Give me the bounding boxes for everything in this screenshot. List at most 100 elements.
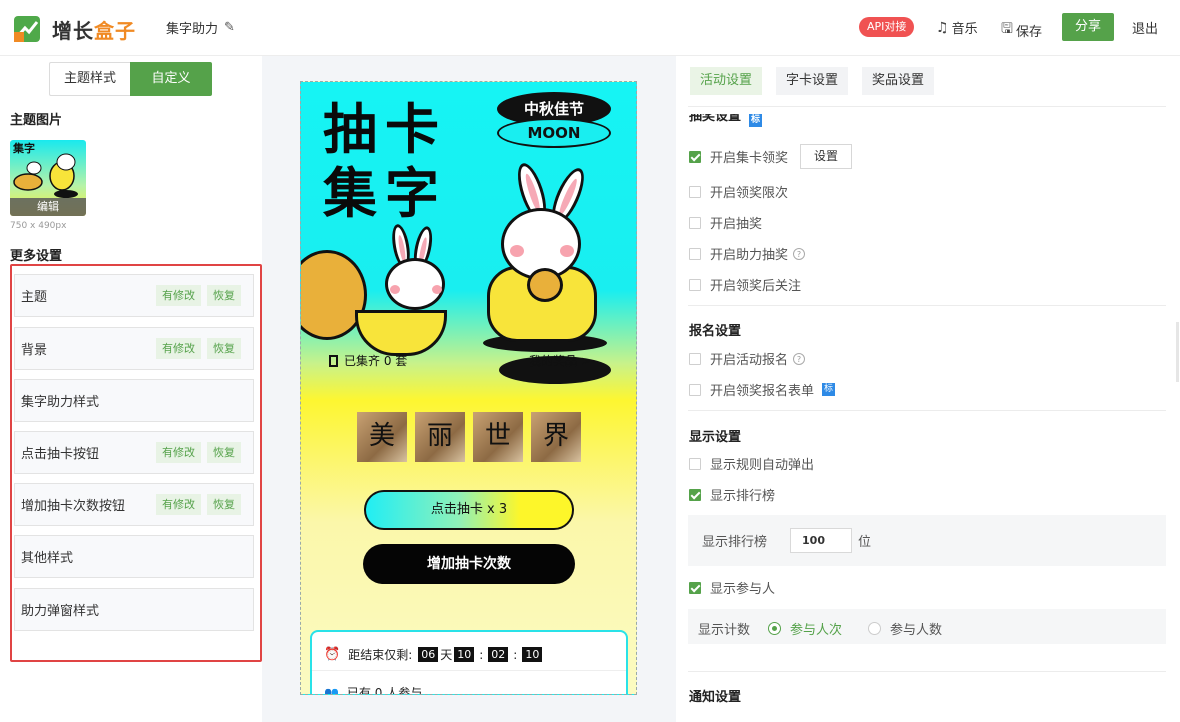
divider — [688, 671, 1166, 672]
settings-tabs: 活动设置 字卡设置 奖品设置 — [690, 67, 948, 95]
countdown-hours: 10 — [454, 647, 475, 662]
save-button[interactable]: 🖫 保存 — [1001, 18, 1042, 42]
music-button[interactable]: ♫ 音乐 — [936, 18, 978, 38]
draw-card-button[interactable]: 点击抽卡 x 3 — [364, 490, 574, 530]
poster-title-line1: 抽卡 — [323, 98, 447, 161]
follow-row: 开启领奖后关注 — [689, 275, 801, 294]
participants-display-label: 显示参与人 — [710, 582, 776, 597]
enable-card-prize-checkbox[interactable] — [689, 150, 701, 163]
edit-image-button[interactable]: 编辑 — [10, 198, 86, 216]
lottery-row: 开启抽奖 — [689, 213, 762, 232]
theme-image-title: 主题图片 — [10, 113, 63, 128]
display-section-title: 显示设置 — [689, 430, 742, 445]
day-unit: 天 — [440, 648, 453, 662]
image-dimensions: 750 x 490px — [10, 221, 67, 231]
signup-form-checkbox[interactable] — [689, 383, 701, 396]
count-times-radio[interactable] — [768, 622, 782, 635]
my-prize-link[interactable]: 我的奖品 > — [529, 352, 591, 369]
style-segmented-control: 主题样式 自定义 — [49, 62, 212, 96]
divider — [688, 410, 1166, 411]
more-item-other-styles[interactable]: 其他样式 — [14, 535, 254, 578]
tab-activity-settings[interactable]: 活动设置 — [690, 67, 763, 95]
more-item-label: 主题 — [21, 290, 48, 305]
assist-lottery-checkbox[interactable] — [689, 247, 701, 260]
scrollbar[interactable] — [1176, 322, 1179, 382]
restore-button[interactable]: 恢复 — [207, 494, 241, 515]
rules-popup-label: 显示规则自动弹出 — [710, 458, 815, 473]
restore-button[interactable]: 恢复 — [207, 338, 241, 359]
more-settings-list: 主题 有修改 恢复 背景 有修改 恢复 集字助力样式 点击抽卡按钮 有修改 恢复 增加… — [10, 264, 262, 662]
more-item-draw-button[interactable]: 点击抽卡按钮 有修改 恢复 — [14, 431, 254, 474]
save-label: 保存 — [1015, 24, 1042, 40]
modified-tag: 有修改 — [156, 442, 201, 463]
countdown-minutes: 02 — [488, 647, 509, 662]
lottery-checkbox[interactable] — [689, 216, 701, 229]
participants-row: 👥 已有 0 人参与 — [324, 684, 422, 695]
cheek-shape — [390, 285, 400, 294]
theme-image-thumbnail[interactable]: 集字 编辑 — [10, 140, 86, 216]
restore-button[interactable]: 恢复 — [207, 285, 241, 306]
poster-title-line2: 集字 — [323, 162, 447, 225]
word-card[interactable]: 丽 — [415, 412, 465, 462]
enable-card-prize-row: 开启集卡领奖 设置 — [689, 144, 853, 169]
notify-section-title: 通知设置 — [689, 690, 742, 705]
divider — [688, 305, 1166, 306]
logout-button[interactable]: 退出 — [1132, 18, 1158, 37]
word-card[interactable]: 界 — [531, 412, 581, 462]
moon-badge: MOON — [497, 118, 611, 148]
lottery-section-label: 抽奖设置 — [689, 114, 742, 124]
help-icon[interactable]: ? — [793, 247, 806, 260]
count-row: 显示计数 参与人次 参与人数 — [698, 619, 942, 638]
enable-card-prize-label: 开启集卡领奖 — [710, 151, 789, 166]
card-icon — [329, 354, 338, 367]
prize-limit-checkbox[interactable] — [689, 185, 701, 198]
follow-checkbox[interactable] — [689, 278, 701, 291]
more-item-theme[interactable]: 主题 有修改 恢复 — [14, 274, 254, 317]
tab-card-settings[interactable]: 字卡设置 — [776, 67, 849, 95]
cheek-shape — [560, 245, 574, 257]
mooncake-shape — [527, 268, 563, 302]
participants-checkbox[interactable] — [689, 581, 701, 594]
word-card[interactable]: 世 — [473, 412, 523, 462]
alarm-clock-icon: ⏰ — [324, 647, 341, 662]
modified-tag: 有修改 — [156, 338, 201, 359]
more-item-assist-style[interactable]: 集字助力样式 — [14, 379, 254, 422]
restore-button[interactable]: 恢复 — [207, 442, 241, 463]
logo-text: 增长盒子 — [52, 18, 136, 43]
more-item-add-draws-button[interactable]: 增加抽卡次数按钮 有修改 恢复 — [14, 483, 254, 526]
ranking-row: 显示排行榜 — [689, 485, 775, 504]
save-icon: 🖫 — [1001, 21, 1013, 37]
people-icon: 👥 — [324, 685, 339, 695]
logo: 增长盒子 — [12, 14, 136, 44]
rules-popup-checkbox[interactable] — [689, 457, 701, 470]
ranking-count-input[interactable]: 100 — [790, 528, 853, 553]
help-icon[interactable]: ? — [793, 352, 806, 365]
word-card[interactable]: 美 — [357, 412, 407, 462]
pencil-icon[interactable]: ✎ — [224, 20, 235, 35]
signup-checkbox[interactable] — [689, 352, 701, 365]
prize-limit-label: 开启领奖限次 — [710, 186, 789, 201]
preview-area: 抽卡 集字 中秋佳节 MOON 已集齐 0 套 我的奖品 > 美 丽 世 界 点… — [262, 56, 676, 722]
ranking-label: 显示排行榜 — [710, 489, 776, 504]
ranking-checkbox[interactable] — [689, 488, 701, 501]
top-bar: 增长盒子 集字助力 ✎ API对接 ♫ 音乐 🖫 保存 分享 退出 — [0, 0, 1180, 56]
signup-section-title: 报名设置 — [689, 324, 742, 339]
api-badge[interactable]: API对接 — [859, 17, 915, 37]
lottery-section-title: 抽奖设置 标 — [689, 114, 763, 128]
add-draws-button[interactable]: 增加抽卡次数 — [363, 544, 575, 584]
collected-count: 已集齐 0 套 — [329, 352, 407, 369]
rules-popup-row: 显示规则自动弹出 — [689, 454, 814, 473]
left-panel: 主题样式 自定义 主题图片 集字 编辑 750 x 490px 更多设置 主题 … — [0, 56, 262, 722]
more-item-assist-popup[interactable]: 助力弹窗样式 — [14, 588, 254, 631]
more-item-background[interactable]: 背景 有修改 恢复 — [14, 327, 254, 370]
tab-prize-settings[interactable]: 奖品设置 — [862, 67, 935, 95]
count-times-label: 参与人次 — [790, 623, 843, 638]
tab-custom[interactable]: 自定义 — [130, 62, 212, 96]
count-people-radio[interactable] — [868, 622, 882, 635]
share-button[interactable]: 分享 — [1062, 13, 1114, 41]
music-icon: ♫ — [936, 19, 949, 36]
assist-lottery-label: 开启助力抽奖 — [710, 248, 789, 263]
card-prize-settings-button[interactable]: 设置 — [800, 144, 853, 169]
tab-theme-style[interactable]: 主题样式 — [49, 62, 130, 96]
page-name[interactable]: 集字助力 ✎ — [166, 18, 235, 37]
